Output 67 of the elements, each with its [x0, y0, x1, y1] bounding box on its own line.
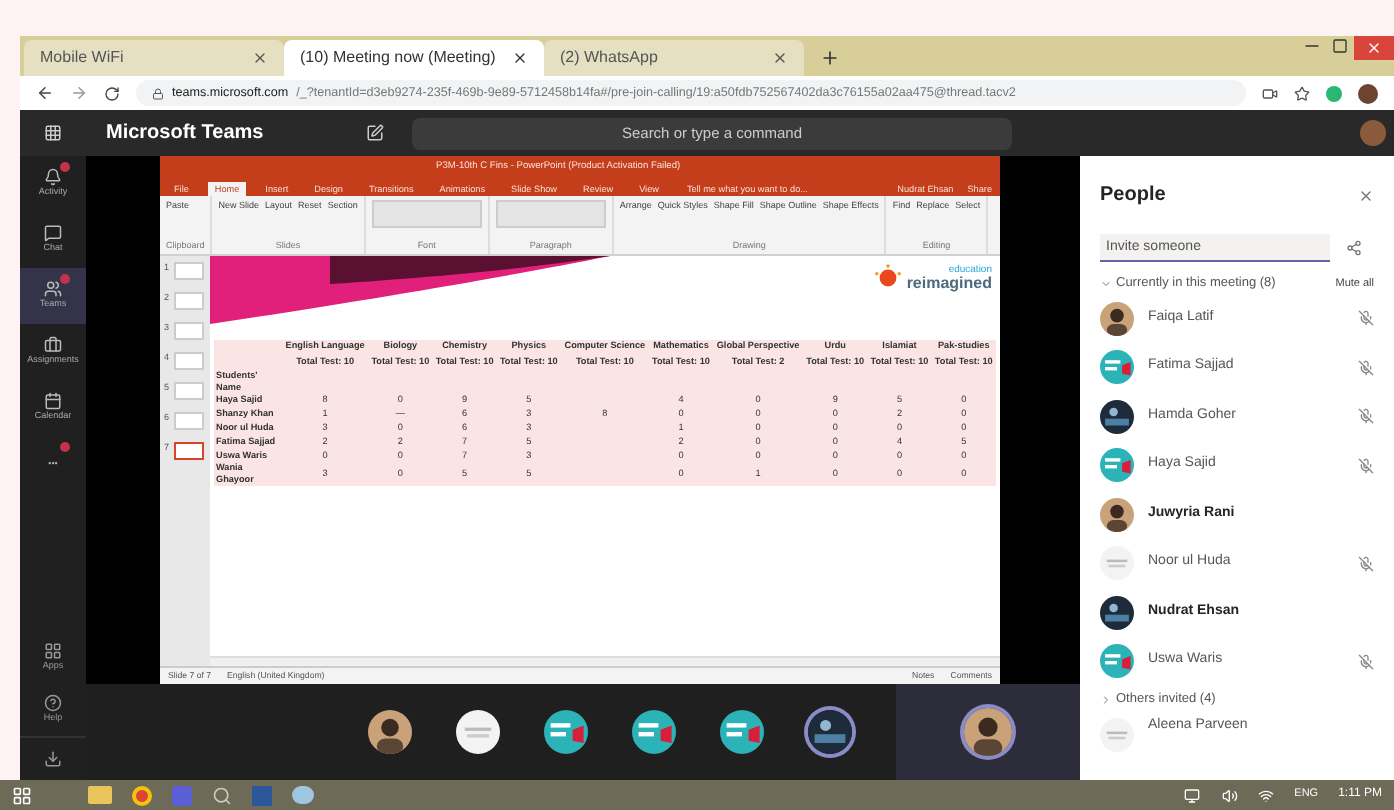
avatar [1100, 399, 1134, 433]
logo-text: reimagined [906, 275, 992, 291]
mic-off-icon[interactable] [1358, 653, 1374, 669]
avatar [1100, 546, 1134, 580]
avatar [1100, 595, 1134, 629]
back-icon[interactable] [36, 84, 54, 102]
slide-thumbnail[interactable] [174, 262, 204, 280]
download-icon[interactable] [44, 750, 62, 768]
browser-tab[interactable]: (10) Meeting now (Meeting) [284, 40, 544, 76]
volume-icon[interactable] [1222, 787, 1239, 803]
horizontal-scrollbar[interactable] [210, 656, 1000, 666]
slide-thumbnail[interactable] [174, 322, 204, 340]
briefcase-icon [44, 336, 62, 355]
avatar [544, 710, 588, 754]
bell-icon [44, 168, 62, 187]
app-launcher-icon[interactable] [44, 124, 62, 142]
new-tab-icon[interactable] [820, 48, 840, 68]
browser-tab[interactable]: Mobile WiFi [24, 40, 284, 76]
panel-title: People [1100, 182, 1166, 210]
mic-off-icon[interactable] [1358, 457, 1374, 473]
calendar-icon [44, 392, 62, 411]
slide-thumbnail[interactable] [174, 352, 204, 370]
slide-thumbnail[interactable] [174, 412, 204, 430]
collapse-icon[interactable] [1100, 277, 1112, 290]
start-icon[interactable] [12, 785, 32, 805]
expand-icon[interactable] [1100, 693, 1112, 706]
avatar [456, 710, 500, 754]
slide-thumbnail[interactable] [174, 382, 204, 400]
avatar [1100, 497, 1134, 531]
help-icon [44, 694, 62, 713]
avatar [720, 710, 764, 754]
slide-thumbnail[interactable] [174, 442, 204, 460]
avatar [808, 710, 852, 754]
app-title: Microsoft Teams [104, 120, 266, 148]
camera-icon[interactable] [1262, 85, 1278, 101]
close-button[interactable] [1354, 36, 1394, 60]
avatar [1100, 717, 1134, 751]
lock-icon [152, 87, 164, 99]
mic-off-icon[interactable] [1358, 310, 1374, 326]
close-icon[interactable] [252, 50, 268, 66]
avatar [1100, 301, 1134, 335]
star-icon[interactable] [1294, 85, 1310, 101]
slide-thumbnail[interactable] [174, 292, 204, 310]
avatar [1100, 644, 1134, 678]
people-icon [44, 280, 62, 299]
mic-off-icon[interactable] [1358, 408, 1374, 424]
forward-icon[interactable] [70, 84, 88, 102]
extension-icon[interactable] [1326, 85, 1342, 101]
mic-off-icon[interactable] [1358, 555, 1374, 571]
chat-icon [44, 224, 62, 243]
avatar [368, 710, 412, 754]
avatar [632, 710, 676, 754]
apps-icon [44, 642, 62, 661]
reload-icon[interactable] [104, 85, 120, 101]
close-icon[interactable] [772, 50, 788, 66]
close-icon[interactable] [512, 50, 528, 66]
profile-avatar[interactable] [1358, 83, 1378, 103]
sun-logo-icon [874, 264, 903, 292]
magnifier-icon[interactable] [212, 785, 232, 805]
share-icon[interactable] [1346, 240, 1362, 256]
network-icon[interactable] [1258, 787, 1275, 803]
new-chat-icon[interactable] [366, 124, 384, 142]
avatar [964, 708, 1012, 756]
avatar [1100, 448, 1134, 482]
mic-off-icon[interactable] [1358, 359, 1374, 375]
avatar [1100, 350, 1134, 384]
browser-tab[interactable]: (2) WhatsApp [544, 40, 804, 76]
